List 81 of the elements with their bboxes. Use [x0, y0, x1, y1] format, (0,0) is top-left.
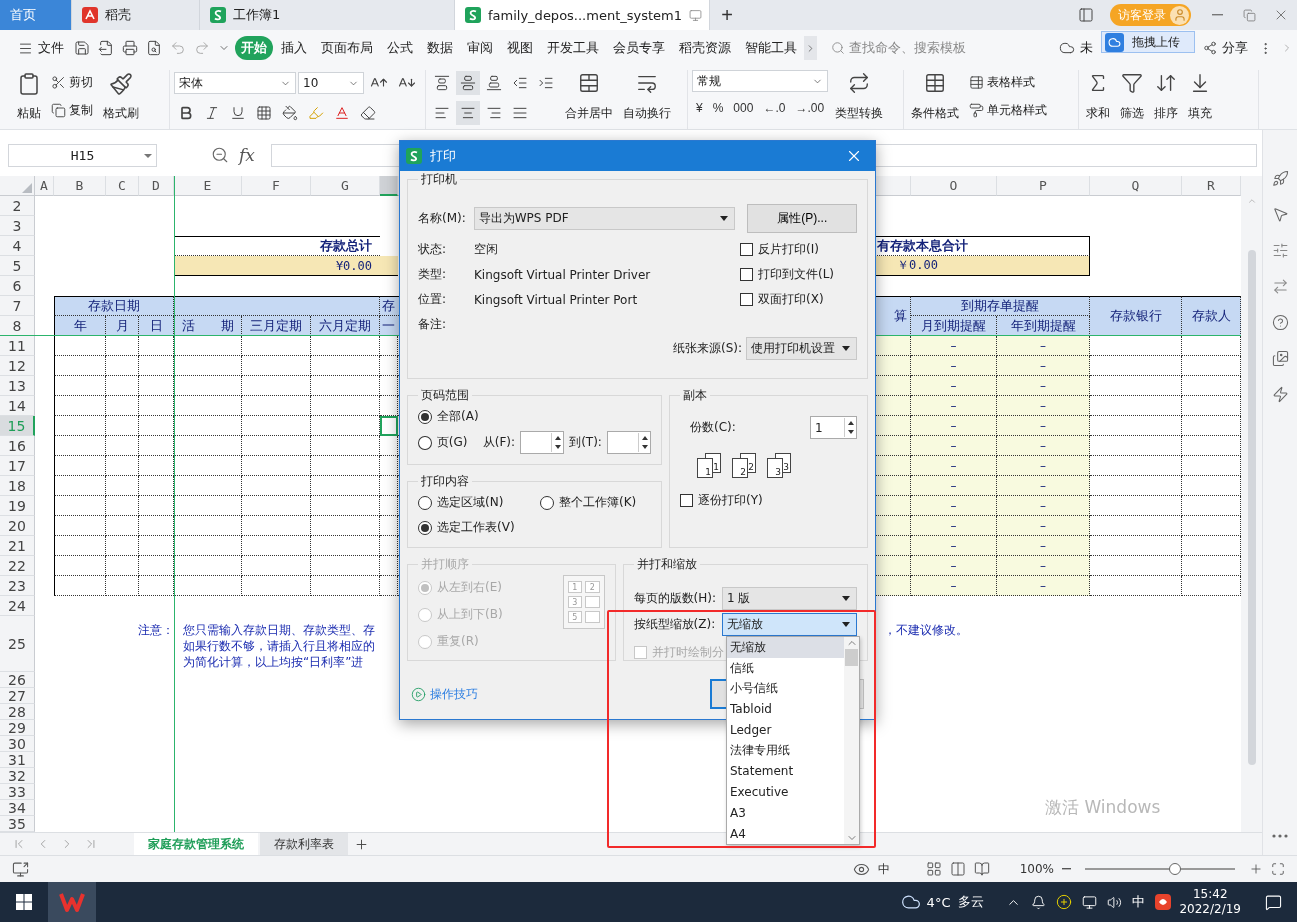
- checkbox-label: 并打时绘制分: [651, 644, 724, 661]
- table-header-cell: 年到期提醒: [997, 316, 1090, 336]
- checkbox-label: 反片打印(I): [758, 241, 819, 258]
- note-text: ，不建议修改。: [884, 622, 968, 638]
- table-cell: –: [911, 476, 997, 496]
- table-cell: –: [997, 376, 1090, 396]
- field-label: 每页的版数(H):: [633, 590, 716, 607]
- group-title: 打印内容: [420, 473, 470, 490]
- table-header-cell: 三月定期: [242, 316, 311, 336]
- table-header-cell: 年: [54, 316, 106, 336]
- table-cell: –: [911, 456, 997, 476]
- table-cell: –: [997, 576, 1090, 596]
- table-cell: –: [997, 416, 1090, 436]
- group-title: 副本: [682, 387, 708, 404]
- info-value: 空闲: [474, 241, 498, 258]
- table-header-cell: 六月定期: [311, 316, 380, 336]
- table-header-cell: 到期存单提醒: [911, 296, 1090, 316]
- weather-text: 多云: [958, 893, 985, 911]
- group-title: 打印机: [420, 171, 458, 188]
- table-header-cell: 月到期提醒: [911, 316, 997, 336]
- radio-label: 页(G): [436, 434, 469, 451]
- radio-label: 从左到右(E): [437, 579, 502, 596]
- group-title: 页码范围: [420, 387, 470, 404]
- activation-notice: 激活 Windows: [1045, 796, 1161, 819]
- note-text: 如果行数不够，请插入行且将相应的: [183, 638, 375, 654]
- table-cell: –: [997, 396, 1090, 416]
- table-cell: –: [997, 496, 1090, 516]
- table-cell: –: [911, 576, 997, 596]
- field-label: 份数(C):: [690, 419, 736, 436]
- table-cell: –: [997, 556, 1090, 576]
- note-text: 您只需输入存款日期、存款类型、存: [183, 622, 375, 638]
- radio-label: 重复(R): [437, 633, 479, 650]
- field-label: 从(F):: [482, 434, 516, 451]
- table-cell: –: [911, 536, 997, 556]
- table-cell: ¥0.00: [174, 256, 398, 276]
- table-header-cell: 存款日期: [54, 296, 174, 316]
- info-value: Kingsoft Virtual Printer Driver: [474, 267, 651, 282]
- table-header-cell: 存款银行: [1090, 296, 1182, 336]
- upload-tooltip-text: 拖拽上传: [1132, 33, 1180, 51]
- table-header-cell: 活 期: [174, 316, 242, 336]
- table-cell: –: [997, 356, 1090, 376]
- table-cell: –: [997, 456, 1090, 476]
- table-cell: –: [911, 516, 997, 536]
- table-header-cell: 日: [139, 316, 174, 336]
- field-label: 到(T):: [569, 434, 602, 451]
- field-label: 纸张来源(S):: [672, 340, 742, 357]
- checkbox-label: 打印到文件(L): [758, 266, 835, 283]
- field-label: 名称(M):: [418, 210, 467, 227]
- field-label: 按纸型缩放(Z):: [633, 616, 716, 633]
- table-header-cell: 月: [106, 316, 139, 336]
- dialog-title: 打印: [430, 147, 457, 165]
- table-cell: –: [911, 496, 997, 516]
- note-text: 为简化计算，以上均按“日利率”进: [183, 654, 364, 670]
- table-cell: –: [911, 416, 997, 436]
- table-cell: –: [911, 556, 997, 576]
- table-cell: –: [997, 536, 1090, 556]
- note-label: 注意：: [137, 622, 174, 639]
- info-label: 备注:: [418, 316, 448, 333]
- table-cell: ￥0.00: [875, 256, 1090, 276]
- table-cell: –: [911, 376, 997, 396]
- table-cell: –: [997, 516, 1090, 536]
- info-label: 状态:: [418, 241, 448, 258]
- info-label: 类型:: [418, 266, 448, 283]
- radio-label: 选定工作表(V): [437, 519, 515, 536]
- table-cell: –: [911, 356, 997, 376]
- group-title: 并打和缩放: [635, 556, 698, 573]
- temperature-text: 4°C: [926, 894, 951, 910]
- radio-label: 全部(A): [437, 408, 479, 425]
- table-cell: –: [997, 436, 1090, 456]
- table-header-cell: 存款人: [1182, 296, 1241, 336]
- table-cell: –: [911, 436, 997, 456]
- group-title: 并打顺序: [420, 556, 470, 573]
- table-header-cell: 算: [875, 296, 911, 336]
- radio-label: 整个工作簿(K): [559, 494, 637, 511]
- table-cell: –: [997, 336, 1090, 356]
- table-cell: –: [911, 396, 997, 416]
- radio-label: 选定区域(N): [437, 494, 504, 511]
- table-cell: –: [997, 476, 1090, 496]
- page-order-icon: 1 2 3 5: [562, 575, 605, 629]
- table-cell: –: [911, 336, 997, 356]
- checkbox-label: 逐份打印(Y): [698, 492, 763, 509]
